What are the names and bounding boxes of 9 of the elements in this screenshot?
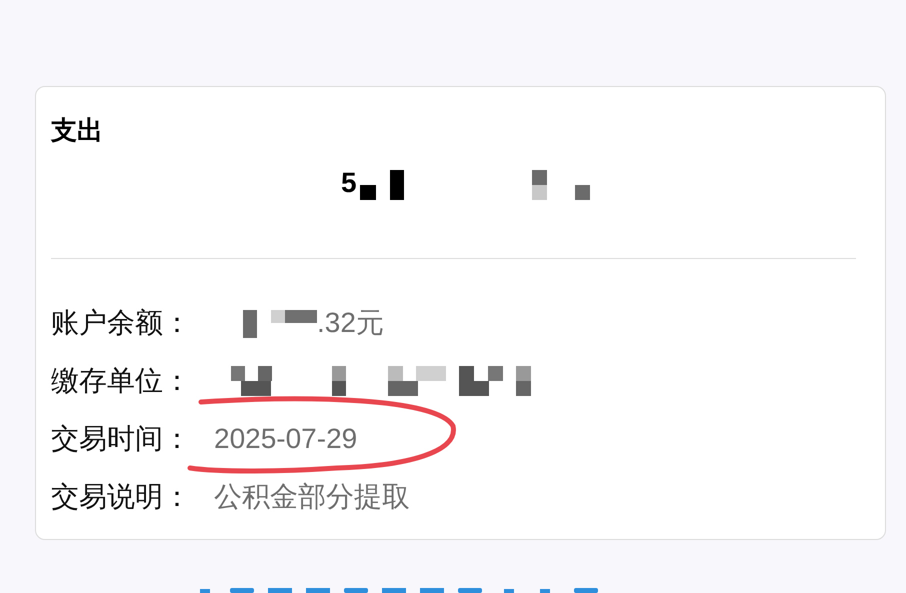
field-label: 缴存单位： — [51, 364, 192, 398]
field-value: .32元 — [317, 306, 384, 340]
field-label: 交易说明： — [51, 480, 192, 514]
card-title: 支出 — [51, 114, 103, 147]
field-value: 2025-07-29 — [214, 422, 358, 456]
amount-text: 5 — [341, 166, 357, 200]
field-label: 交易时间： — [51, 422, 192, 456]
field-label: 账户余额： — [51, 306, 192, 340]
field-value: 公积金部分提取 — [214, 480, 410, 514]
